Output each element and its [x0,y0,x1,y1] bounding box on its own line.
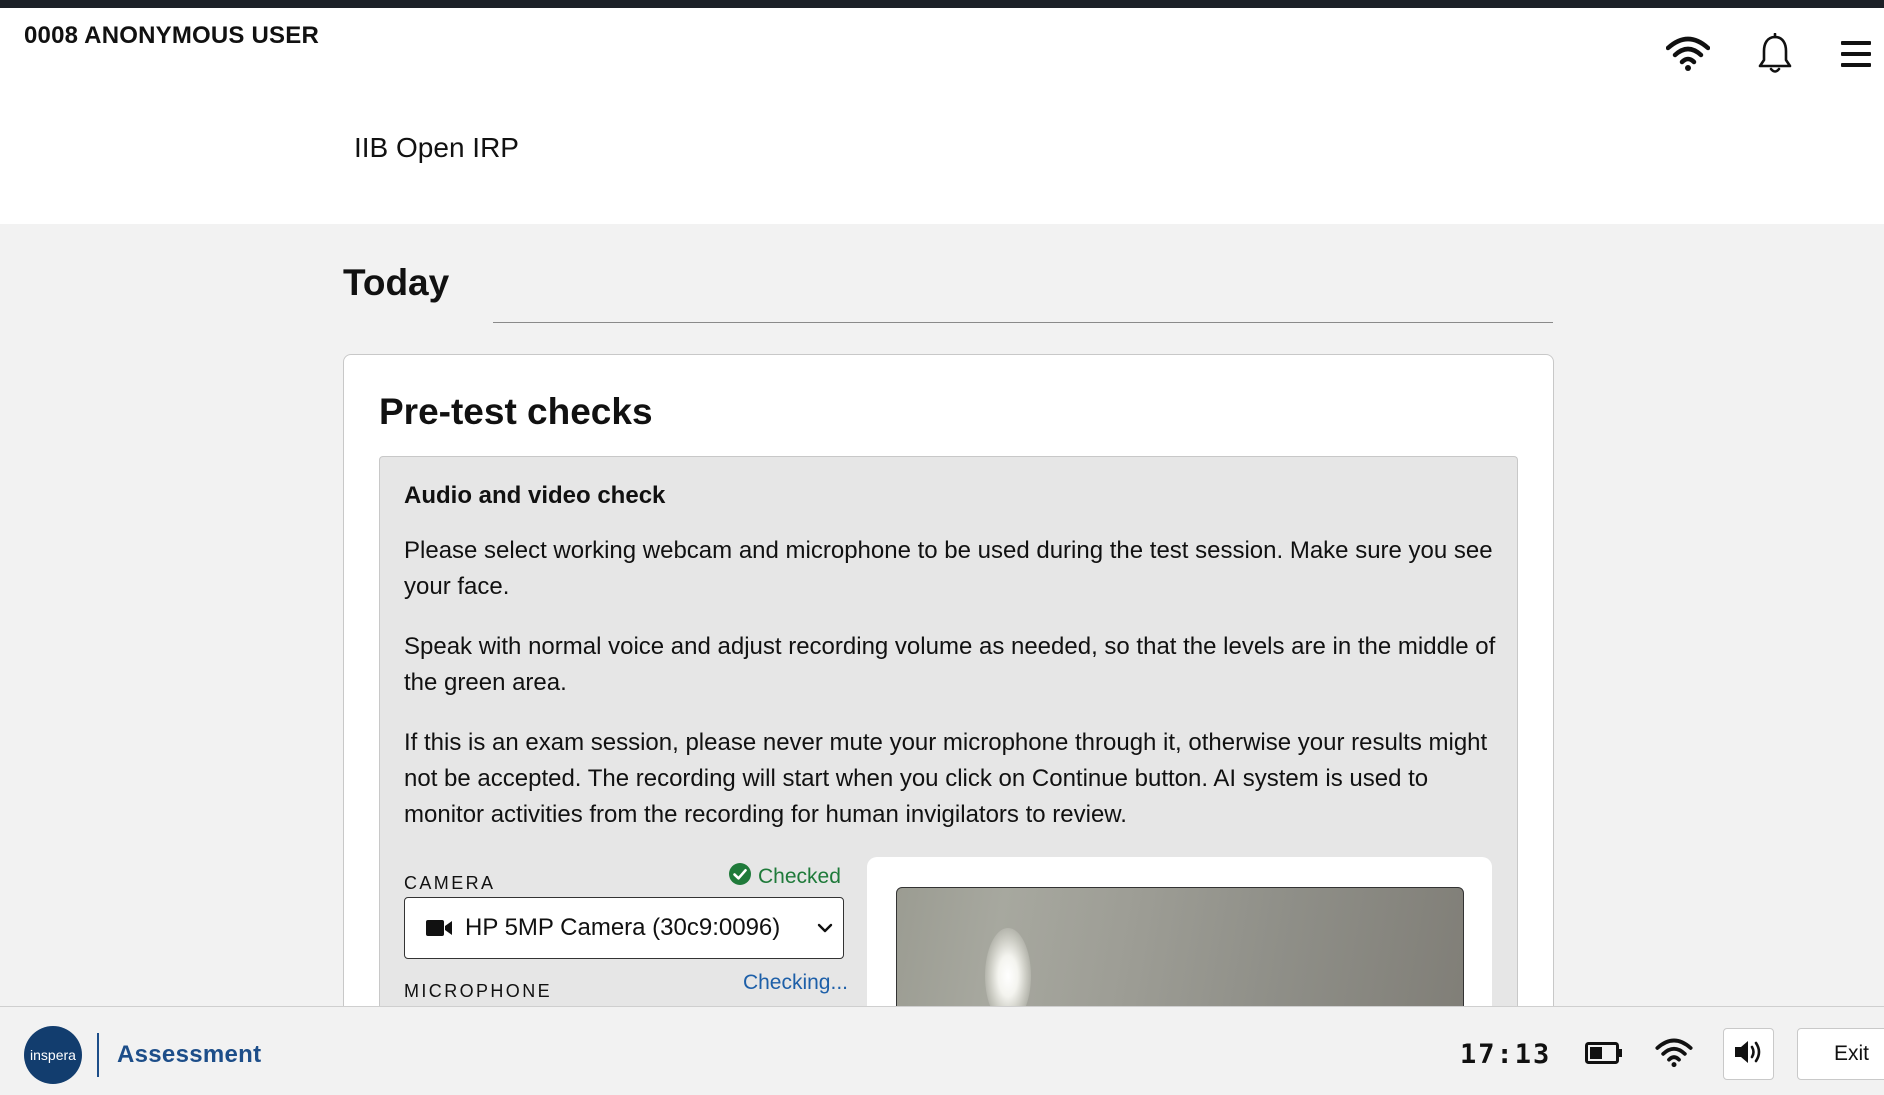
wifi-icon[interactable] [1664,30,1712,78]
microphone-status: Checking... [742,971,848,994]
hamburger-menu-icon[interactable] [1832,30,1880,78]
battery-icon[interactable] [1584,1029,1624,1077]
brand-separator [97,1033,99,1077]
section-divider [493,322,1553,323]
top-strip [0,0,1884,8]
video-camera-icon [425,917,453,939]
speaker-button[interactable] [1723,1028,1774,1080]
light-glare [985,928,1031,1006]
instruction-paragraph: Speak with normal voice and adjust recor… [404,633,1496,696]
header: 0008 ANONYMOUS USER IIB Open IRP [0,8,1884,224]
microphone-label: MICROPHONE [404,981,553,1001]
instruction-paragraph: If this is an exam session, please never… [404,729,1488,828]
camera-select[interactable]: HP 5MP Camera (30c9:0096) [404,897,844,959]
camera-status-text: Checked [758,865,841,888]
logo-text: inspera [30,1047,76,1063]
audio-video-check-panel: Audio and video check Please select work… [379,456,1518,1006]
panel-title: Audio and video check [404,482,666,509]
exit-button[interactable]: Exit [1797,1028,1884,1080]
user-name: 0008 ANONYMOUS USER [24,22,319,49]
brand-name: Assessment [117,1041,262,1068]
camera-selected-value: HP 5MP Camera (30c9:0096) [465,914,781,941]
pre-test-checks-card: Pre-test checks Audio and video check Pl… [343,354,1554,1006]
speaker-icon [1733,1038,1765,1071]
chevron-down-icon [817,918,833,943]
instruction-paragraph: Please select working webcam and microph… [404,537,1493,600]
wifi-icon[interactable] [1653,1029,1695,1077]
course-title: IIB Open IRP [354,132,519,163]
inspera-logo: inspera [24,1026,82,1084]
webcam-preview [896,887,1464,1006]
clock: 17:13 [1460,1039,1552,1070]
main-content: Today Pre-test checks Audio and video ch… [0,224,1884,1006]
camera-status: Checked [728,861,848,893]
section-title: Today [343,262,450,303]
video-preview-container [867,857,1492,1006]
section-header: Today [343,262,1553,323]
card-title: Pre-test checks [379,391,653,432]
bottom-bar: inspera Assessment 17:13 Exit [0,1006,1884,1095]
check-circle-icon [728,862,752,892]
camera-label: CAMERA [404,873,496,893]
bell-icon[interactable] [1751,30,1799,78]
